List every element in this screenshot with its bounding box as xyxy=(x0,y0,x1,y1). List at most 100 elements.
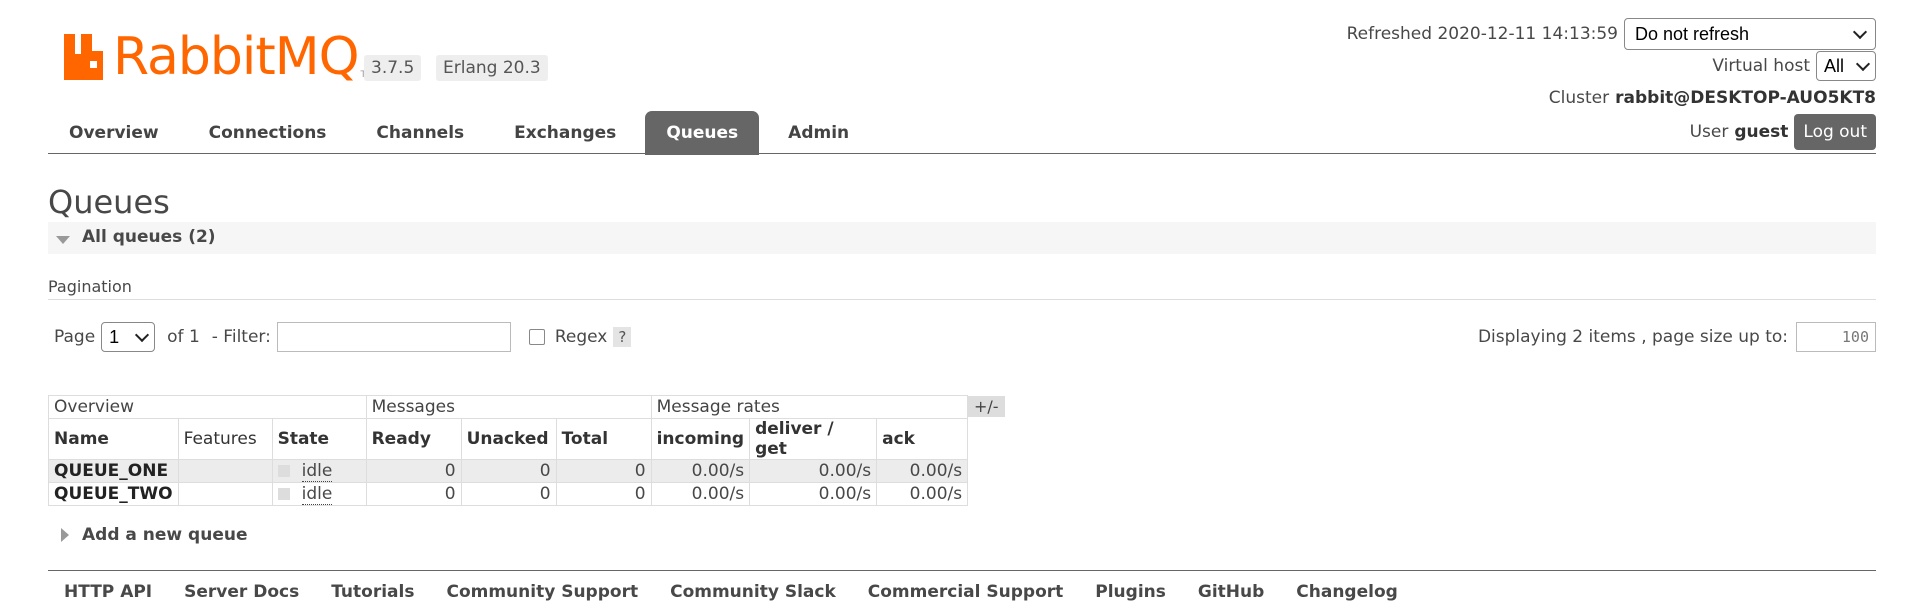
displaying-label: Displaying 2 items , page size up to: xyxy=(1477,327,1788,347)
page-select[interactable]: 1 xyxy=(101,322,156,352)
col-name[interactable]: Name xyxy=(48,418,179,460)
table-group-header: Overview Messages Message rates xyxy=(48,395,969,419)
footer-link-tutorials[interactable]: Tutorials xyxy=(315,582,430,602)
table-column-header: Name Features State Ready Unacked Total … xyxy=(48,418,969,460)
footer-link-plugins[interactable]: Plugins xyxy=(1079,582,1182,602)
queue-unacked: 0 xyxy=(460,459,557,483)
queue-state: idle xyxy=(271,482,367,506)
erlang-badge: Erlang 20.3 xyxy=(436,55,548,81)
col-unacked[interactable]: Unacked xyxy=(460,418,557,460)
footer-link-github[interactable]: GitHub xyxy=(1182,582,1280,602)
col-ready[interactable]: Ready xyxy=(365,418,462,460)
all-queues-section-header[interactable] xyxy=(48,222,1876,254)
filter-input[interactable] xyxy=(276,322,511,352)
col-features: Features xyxy=(177,418,273,460)
group-message-rates: Message rates xyxy=(650,395,969,419)
refresh-select[interactable]: Do not refresh xyxy=(1624,18,1876,50)
state-label: idle xyxy=(301,484,333,505)
page-size-input[interactable]: 100 xyxy=(1796,322,1876,352)
footer-link-commercial-support[interactable]: Commercial Support xyxy=(852,582,1080,602)
add-queue-heading[interactable]: Add a new queue xyxy=(82,525,248,545)
queue-deliver-rate: 0.00/s xyxy=(749,482,878,506)
state-label: idle xyxy=(301,461,333,482)
vhost-select-value: All xyxy=(1824,56,1845,76)
queue-ready: 0 xyxy=(365,459,462,483)
queue-deliver-rate: 0.00/s xyxy=(749,459,878,483)
page-title: Queues xyxy=(48,183,170,221)
footer-divider xyxy=(48,570,1876,571)
user-label: User xyxy=(1689,122,1729,142)
pagination-controls: Page 1 of 1 - Filter: Regex ? xyxy=(54,322,632,352)
tab-admin[interactable]: Admin xyxy=(767,111,870,155)
tab-connections[interactable]: Connections xyxy=(188,111,348,155)
tab-exchanges[interactable]: Exchanges xyxy=(493,111,637,155)
refreshed-label: Refreshed 2020-12-11 14:13:59 xyxy=(1346,24,1618,44)
regex-checkbox[interactable] xyxy=(528,329,545,345)
cluster-value: rabbit@DESKTOP-AUO5KT8 xyxy=(1615,88,1876,108)
queue-state: idle xyxy=(271,459,367,483)
footer-links: HTTP API Server Docs Tutorials Community… xyxy=(48,582,1414,602)
nav-divider xyxy=(48,153,1876,154)
main-nav: Overview Connections Channels Exchanges … xyxy=(48,111,878,155)
column-toggle-button[interactable]: +/- xyxy=(968,396,1005,417)
display-summary: Displaying 2 items , page size up to: 10… xyxy=(1478,322,1876,352)
col-state[interactable]: State xyxy=(271,418,367,460)
expand-triangle-icon[interactable] xyxy=(61,528,69,542)
queue-total: 0 xyxy=(555,459,652,483)
col-deliver-get[interactable]: deliver / get xyxy=(749,418,878,460)
col-ack[interactable]: ack xyxy=(876,418,969,460)
footer-link-community-slack[interactable]: Community Slack xyxy=(654,582,852,602)
queue-incoming-rate: 0.00/s xyxy=(650,482,751,506)
col-incoming[interactable]: incoming xyxy=(650,418,751,460)
group-overview: Overview xyxy=(48,395,367,419)
logout-button[interactable]: Log out xyxy=(1794,114,1876,150)
queue-ack-rate: 0.00/s xyxy=(876,482,969,506)
footer-link-community-support[interactable]: Community Support xyxy=(430,582,654,602)
cluster-label: Cluster xyxy=(1548,88,1610,108)
state-indicator-icon xyxy=(277,488,290,500)
queue-features xyxy=(177,459,273,483)
refresh-select-value: Do not refresh xyxy=(1635,24,1750,44)
footer-link-server-docs[interactable]: Server Docs xyxy=(168,582,315,602)
col-total[interactable]: Total xyxy=(555,418,652,460)
footer-link-changelog[interactable]: Changelog xyxy=(1280,582,1414,602)
tab-overview[interactable]: Overview xyxy=(48,111,180,155)
queue-features xyxy=(177,482,273,506)
rabbitmq-logo-icon xyxy=(64,34,103,80)
queue-ack-rate: 0.00/s xyxy=(876,459,969,483)
filter-label: - Filter: xyxy=(211,327,271,347)
queue-total: 0 xyxy=(555,482,652,506)
queue-incoming-rate: 0.00/s xyxy=(650,459,751,483)
pagination-label: Pagination xyxy=(48,277,132,296)
regex-help-button[interactable]: ? xyxy=(613,327,632,347)
rabbitmq-logo[interactable]: RabbitMQ TM xyxy=(64,27,374,87)
page-of-label: of 1 xyxy=(167,327,200,347)
chevron-down-icon xyxy=(135,327,150,342)
group-messages: Messages xyxy=(365,395,652,419)
tab-queues[interactable]: Queues xyxy=(645,111,760,155)
state-indicator-icon xyxy=(277,465,290,477)
all-queues-heading[interactable]: All queues (2) xyxy=(82,227,216,247)
logo-text: RabbitMQ xyxy=(113,27,359,87)
queue-ready: 0 xyxy=(365,482,462,506)
header-status: Refreshed 2020-12-11 14:13:59 Do not ref… xyxy=(1347,18,1876,150)
queue-name-link[interactable]: QUEUE_ONE xyxy=(48,459,179,483)
queue-unacked: 0 xyxy=(460,482,557,506)
vhost-select[interactable]: All xyxy=(1816,51,1876,81)
chevron-down-icon xyxy=(1852,24,1868,39)
page-select-value: 1 xyxy=(109,326,120,347)
queue-name-link[interactable]: QUEUE_TWO xyxy=(48,482,179,506)
footer-link-http-api[interactable]: HTTP API xyxy=(48,582,168,602)
table-row[interactable]: QUEUE_TWO idle 0 0 0 0.00/s 0.00/s 0.00/… xyxy=(48,482,969,506)
regex-label: Regex xyxy=(554,327,608,347)
page-label: Page xyxy=(54,327,96,347)
pagination-divider xyxy=(48,299,1876,300)
user-value: guest xyxy=(1734,122,1789,142)
vhost-label: Virtual host xyxy=(1712,56,1810,76)
queues-table: Overview Messages Message rates Name Fea… xyxy=(48,395,969,506)
collapse-triangle-icon[interactable] xyxy=(56,236,70,244)
version-badge: 3.7.5 xyxy=(364,55,422,81)
chevron-down-icon xyxy=(1855,56,1871,71)
table-row[interactable]: QUEUE_ONE idle 0 0 0 0.00/s 0.00/s 0.00/… xyxy=(48,459,969,483)
tab-channels[interactable]: Channels xyxy=(355,111,485,155)
